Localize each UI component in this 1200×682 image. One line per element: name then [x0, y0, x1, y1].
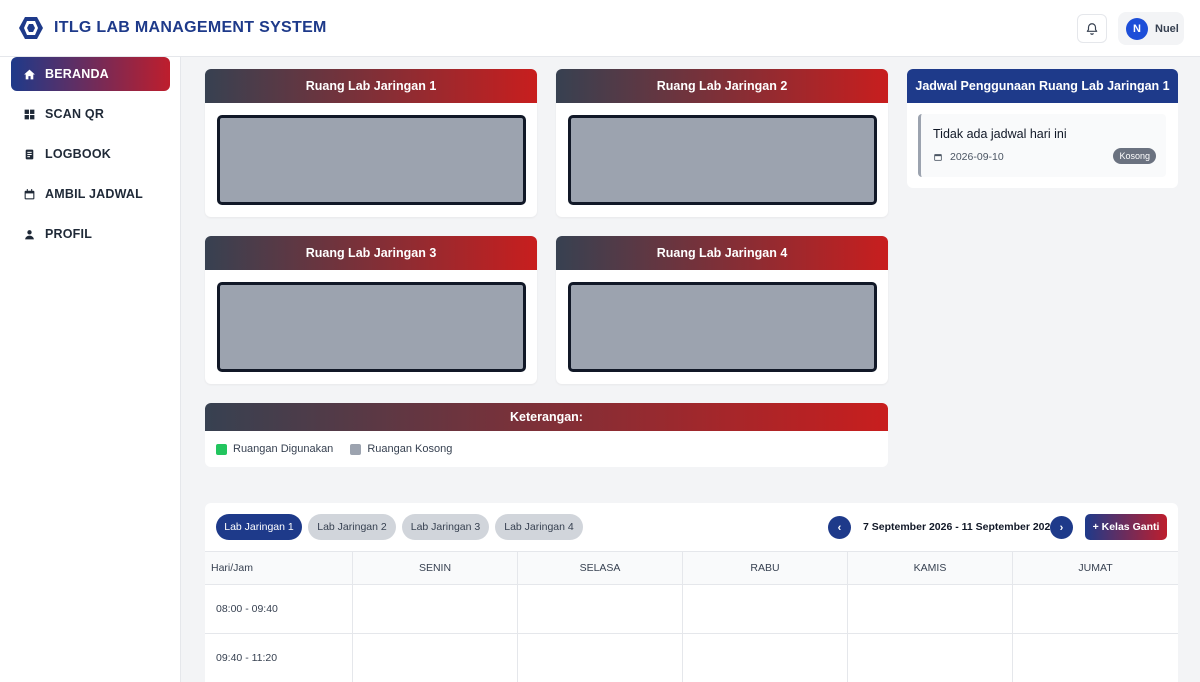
- legend-card: Keterangan: Ruangan Digunakan Ruangan Ko…: [205, 403, 888, 467]
- sidebar-item-profil[interactable]: PROFIL: [11, 217, 170, 251]
- legend-label: Ruangan Digunakan: [233, 443, 334, 455]
- home-icon: [24, 69, 35, 79]
- room-card: Ruang Lab Jaringan 2: [556, 69, 888, 217]
- schedule-cell[interactable]: [848, 634, 1013, 682]
- sidebar-item-logbook[interactable]: LOGBOOK: [11, 137, 170, 171]
- sidebar-item-label: AMBIL JADWAL: [45, 187, 143, 201]
- sidebar-item-label: SCAN QR: [45, 107, 105, 121]
- schedule-cell[interactable]: [353, 634, 518, 682]
- grid-icon: [24, 109, 35, 119]
- calendar-icon: [24, 188, 35, 199]
- status-badge: Kosong: [1113, 148, 1156, 164]
- room-card-title: Ruang Lab Jaringan 4: [556, 236, 888, 270]
- room-status-box[interactable]: [568, 282, 877, 372]
- column-header: SENIN: [353, 552, 518, 584]
- time-slot: 09:40 - 11:20: [205, 634, 353, 682]
- time-slot: 08:00 - 09:40: [205, 585, 353, 633]
- bell-icon: [1086, 22, 1098, 35]
- user-menu[interactable]: N Nuel: [1118, 12, 1184, 45]
- prev-week-button[interactable]: ‹: [828, 516, 851, 539]
- calendar-icon: [934, 154, 942, 161]
- kelas-ganti-button[interactable]: + Kelas Ganti: [1085, 514, 1167, 540]
- room-card-title: Ruang Lab Jaringan 2: [556, 69, 888, 103]
- logbook-icon: [25, 149, 34, 159]
- column-header: Hari/Jam: [205, 552, 353, 584]
- column-header: RABU: [683, 552, 848, 584]
- schedule-cell[interactable]: [683, 634, 848, 682]
- sidebar-item-beranda[interactable]: BERANDA: [11, 57, 170, 91]
- legend-item-empty: Ruangan Kosong: [350, 443, 452, 455]
- notification-button[interactable]: [1077, 14, 1107, 43]
- sidebar-item-ambil-jadwal[interactable]: AMBIL JADWAL: [11, 177, 170, 211]
- logo-icon: [19, 17, 43, 39]
- tab-lab-jaringan-4[interactable]: Lab Jaringan 4: [495, 514, 583, 540]
- timetable-grid: Hari/Jam SENIN SELASA RABU KAMIS JUMAT 0…: [205, 551, 1178, 682]
- tab-lab-jaringan-2[interactable]: Lab Jaringan 2: [308, 514, 396, 540]
- top-bar: ITLG LAB MANAGEMENT SYSTEM N Nuel: [0, 0, 1200, 57]
- next-week-button[interactable]: ›: [1050, 516, 1073, 539]
- sidebar-item-label: LOGBOOK: [45, 147, 111, 161]
- schedule-panel-title: Jadwal Penggunaan Ruang Lab Jaringan 1: [907, 69, 1178, 103]
- green-swatch-icon: [216, 443, 227, 455]
- room-card: Ruang Lab Jaringan 1: [205, 69, 537, 217]
- schedule-cell[interactable]: [848, 585, 1013, 633]
- sidebar-item-label: BERANDA: [45, 67, 109, 81]
- tab-lab-jaringan-1[interactable]: Lab Jaringan 1: [216, 514, 302, 540]
- timetable-card: Lab Jaringan 1 Lab Jaringan 2 Lab Jaring…: [205, 503, 1178, 682]
- room-card: Ruang Lab Jaringan 4: [556, 236, 888, 384]
- schedule-cell[interactable]: [683, 585, 848, 633]
- avatar: N: [1126, 17, 1148, 40]
- legend-title: Keterangan:: [205, 403, 888, 431]
- column-header: SELASA: [518, 552, 683, 584]
- user-name: Nuel: [1155, 22, 1179, 35]
- room-card: Ruang Lab Jaringan 3: [205, 236, 537, 384]
- room-status-box[interactable]: [568, 115, 877, 205]
- schedule-cell[interactable]: [518, 634, 683, 682]
- room-status-box[interactable]: [217, 282, 526, 372]
- legend-item-used: Ruangan Digunakan: [216, 443, 333, 455]
- schedule-item: Tidak ada jadwal hari ini 2026-09-10 Kos…: [918, 114, 1166, 177]
- table-row: 08:00 - 09:40: [205, 584, 1178, 633]
- app-title: ITLG LAB MANAGEMENT SYSTEM: [54, 19, 327, 36]
- room-status-box[interactable]: [217, 115, 526, 205]
- table-header-row: Hari/Jam SENIN SELASA RABU KAMIS JUMAT: [205, 551, 1178, 584]
- schedule-cell[interactable]: [1013, 634, 1178, 682]
- gray-swatch-icon: [350, 443, 362, 455]
- room-card-title: Ruang Lab Jaringan 1: [205, 69, 537, 103]
- schedule-message: Tidak ada jadwal hari ini: [933, 127, 1067, 141]
- week-range: 7 September 2026 - 11 September 2026: [863, 521, 1057, 533]
- schedule-cell[interactable]: [518, 585, 683, 633]
- tab-lab-jaringan-3[interactable]: Lab Jaringan 3: [402, 514, 489, 540]
- room-card-title: Ruang Lab Jaringan 3: [205, 236, 537, 270]
- schedule-panel: Jadwal Penggunaan Ruang Lab Jaringan 1 T…: [907, 69, 1178, 188]
- schedule-cell[interactable]: [353, 585, 518, 633]
- schedule-cell[interactable]: [1013, 585, 1178, 633]
- sidebar-item-label: PROFIL: [45, 227, 93, 241]
- legend-label: Ruangan Kosong: [367, 443, 453, 455]
- person-icon: [25, 229, 34, 239]
- sidebar: BERANDA SCAN QR LOGBOOK AMBIL JADWAL PRO…: [0, 57, 181, 682]
- table-row: 09:40 - 11:20: [205, 633, 1178, 682]
- sidebar-item-scan-qr[interactable]: SCAN QR: [11, 97, 170, 131]
- column-header: JUMAT: [1078, 562, 1113, 574]
- column-header: KAMIS: [848, 552, 1013, 584]
- schedule-date: 2026-09-10: [950, 151, 1004, 163]
